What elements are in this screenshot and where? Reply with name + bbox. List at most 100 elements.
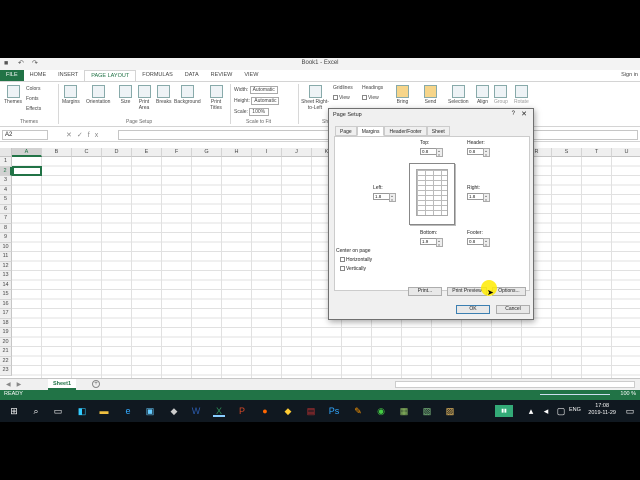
archive-icon[interactable]: ▦	[398, 405, 410, 417]
horizontally-checkbox[interactable]: Horizontally	[340, 257, 372, 263]
column-header[interactable]: G	[192, 148, 222, 157]
language-indicator[interactable]: ENG	[569, 407, 581, 413]
tab-file[interactable]: FILE	[0, 70, 24, 81]
margins-button[interactable]: Margins	[62, 85, 80, 105]
add-sheet-icon[interactable]: +	[92, 380, 100, 388]
tab-view[interactable]: VIEW	[238, 70, 264, 81]
column-header[interactable]: I	[252, 148, 282, 157]
row-header[interactable]: 20	[0, 337, 12, 347]
column-header[interactable]: D	[102, 148, 132, 157]
zoom-level[interactable]: 100 %	[620, 391, 636, 397]
dialog-tab-sheet[interactable]: Sheet	[426, 126, 450, 136]
help-icon[interactable]: ?	[512, 111, 515, 117]
tab-page-layout[interactable]: PAGE LAYOUT	[84, 70, 137, 81]
row-header[interactable]: 11	[0, 252, 12, 262]
selection-pane-button[interactable]: Selection	[448, 85, 469, 105]
row-header[interactable]: 7	[0, 214, 12, 224]
cancel-icon[interactable]: ✕	[66, 132, 77, 139]
width-select[interactable]: Automatic	[249, 86, 278, 94]
monitor-icon[interactable]: ▣	[144, 405, 156, 417]
row-header[interactable]: 5	[0, 195, 12, 205]
pdf-icon[interactable]: ▤	[305, 405, 317, 417]
row-header[interactable]: 3	[0, 176, 12, 186]
row-header[interactable]: 21	[0, 347, 12, 357]
dialog-tab-page[interactable]: Page	[335, 126, 357, 136]
notification-icon[interactable]: ▢	[555, 405, 567, 417]
store-icon[interactable]: ◧	[76, 405, 88, 417]
sheet-tab[interactable]: Sheet1	[48, 379, 76, 390]
row-header[interactable]: 19	[0, 328, 12, 338]
top-margin-input[interactable]: 0.8	[420, 148, 443, 157]
word-icon[interactable]: W	[190, 405, 202, 417]
column-header[interactable]: F	[162, 148, 192, 157]
size-button[interactable]: Size	[119, 85, 132, 105]
image-viewer-icon[interactable]: ▨	[444, 405, 456, 417]
tab-review[interactable]: REVIEW	[205, 70, 239, 81]
row-header[interactable]: 15	[0, 290, 12, 300]
horizontal-scrollbar[interactable]	[395, 381, 635, 388]
column-header[interactable]: J	[282, 148, 312, 157]
background-button[interactable]: Background	[174, 85, 201, 105]
row-header[interactable]: 6	[0, 204, 12, 214]
print-button[interactable]: Print...	[408, 287, 442, 296]
column-header[interactable]: U	[612, 148, 640, 157]
windows-start-icon[interactable]: ⊞	[8, 405, 20, 417]
excel-icon[interactable]: X	[213, 405, 225, 417]
volume-icon[interactable]: ◂	[540, 405, 552, 417]
left-margin-input[interactable]: 1.8	[373, 193, 396, 202]
colors-button[interactable]: Colors	[26, 86, 40, 92]
print-titles-button[interactable]: Print Titles	[208, 85, 224, 111]
effects-button[interactable]: Effects	[26, 106, 41, 112]
row-header[interactable]: 18	[0, 318, 12, 328]
action-center-icon[interactable]: ▭	[624, 405, 636, 417]
fx-icon[interactable]: fx	[88, 132, 103, 139]
firefox-icon[interactable]: ●	[259, 405, 271, 417]
signin-link[interactable]: Sign in	[621, 72, 638, 78]
rotate-button[interactable]: Rotate	[514, 85, 529, 105]
column-header[interactable]: E	[132, 148, 162, 157]
app-icon[interactable]: ◆	[282, 405, 294, 417]
enter-icon[interactable]: ✓	[77, 132, 88, 139]
photoshop-icon[interactable]: Ps	[328, 405, 340, 417]
right-margin-input[interactable]: 1.8	[467, 193, 490, 202]
zoom-slider[interactable]	[540, 394, 610, 395]
scale-input[interactable]: 100%	[249, 108, 270, 116]
row-header[interactable]: 4	[0, 185, 12, 195]
height-select[interactable]: Automatic	[251, 97, 280, 105]
column-header[interactable]: B	[42, 148, 72, 157]
headings-view-check[interactable]: View	[362, 95, 379, 101]
battery-icon[interactable]: ▮▮	[495, 405, 513, 417]
select-all-corner[interactable]	[0, 148, 12, 157]
column-header[interactable]: C	[72, 148, 102, 157]
file-explorer-icon[interactable]: ▬	[98, 405, 110, 417]
sheet-rtl-button[interactable]: Sheet Right-to-Left	[300, 85, 330, 111]
gridlines-view-check[interactable]: View	[333, 95, 350, 101]
powerpoint-icon[interactable]: P	[236, 405, 248, 417]
column-header[interactable]: H	[222, 148, 252, 157]
task-view-icon[interactable]: ▭	[52, 405, 64, 417]
cancel-button[interactable]: Cancel	[496, 305, 530, 314]
vertically-checkbox[interactable]: Vertically	[340, 266, 366, 272]
bottom-margin-input[interactable]: 1.9	[420, 238, 443, 247]
paint-icon[interactable]: ✎	[352, 405, 364, 417]
orientation-button[interactable]: Orientation	[86, 85, 110, 105]
bring-forward-button[interactable]: Bring	[396, 85, 409, 105]
row-header[interactable]: 17	[0, 309, 12, 319]
row-header[interactable]: 14	[0, 280, 12, 290]
row-header[interactable]: 9	[0, 233, 12, 243]
row-header[interactable]: 2	[0, 166, 12, 176]
column-header[interactable]: T	[582, 148, 612, 157]
ok-button[interactable]: OK	[456, 305, 490, 314]
tab-insert[interactable]: INSERT	[52, 70, 84, 81]
row-header[interactable]: 1	[0, 157, 12, 167]
group-button[interactable]: Group	[494, 85, 508, 105]
network-icon[interactable]: ▴	[525, 405, 537, 417]
footer-margin-input[interactable]: 0.8	[467, 238, 490, 247]
row-header[interactable]: 8	[0, 223, 12, 233]
tool-icon[interactable]: ▧	[421, 405, 433, 417]
active-cell[interactable]	[12, 166, 42, 176]
print-area-button[interactable]: Print Area	[136, 85, 152, 111]
sheet-nav-arrows[interactable]: ◀▶	[6, 381, 27, 388]
shield-icon[interactable]: ◆	[168, 405, 180, 417]
name-box[interactable]: A2	[2, 130, 48, 140]
